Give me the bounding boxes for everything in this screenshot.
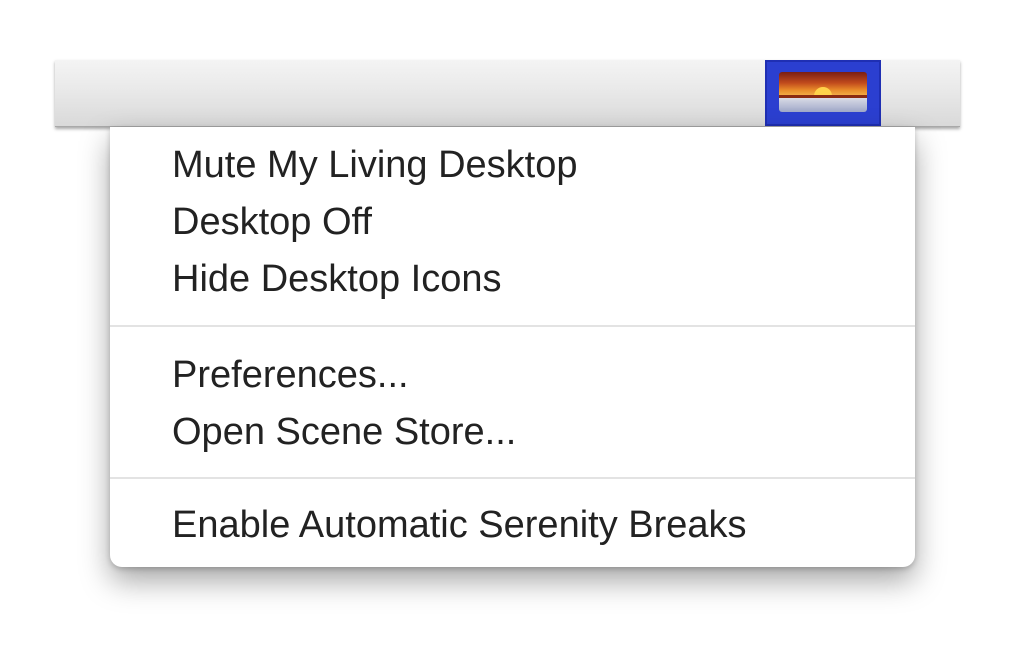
menu-item-preferences[interactable]: Preferences...	[172, 347, 409, 403]
status-menu: Mute My Living Desktop Desktop Off Hide …	[110, 127, 915, 567]
menu-separator	[110, 477, 915, 479]
menu-separator	[110, 325, 915, 327]
menu-item-open-scene-store[interactable]: Open Scene Store...	[172, 404, 516, 460]
menu-item-mute-my-living-desktop[interactable]: Mute My Living Desktop	[172, 137, 578, 193]
screen: Mute My Living Desktop Desktop Off Hide …	[0, 0, 1020, 650]
menu-item-hide-desktop-icons[interactable]: Hide Desktop Icons	[172, 251, 502, 307]
living-desktop-status-item[interactable]	[765, 60, 881, 126]
menu-item-desktop-off[interactable]: Desktop Off	[172, 194, 372, 250]
sunset-landscape-icon	[779, 72, 867, 112]
menu-item-enable-automatic-serenity-breaks[interactable]: Enable Automatic Serenity Breaks	[172, 497, 747, 553]
